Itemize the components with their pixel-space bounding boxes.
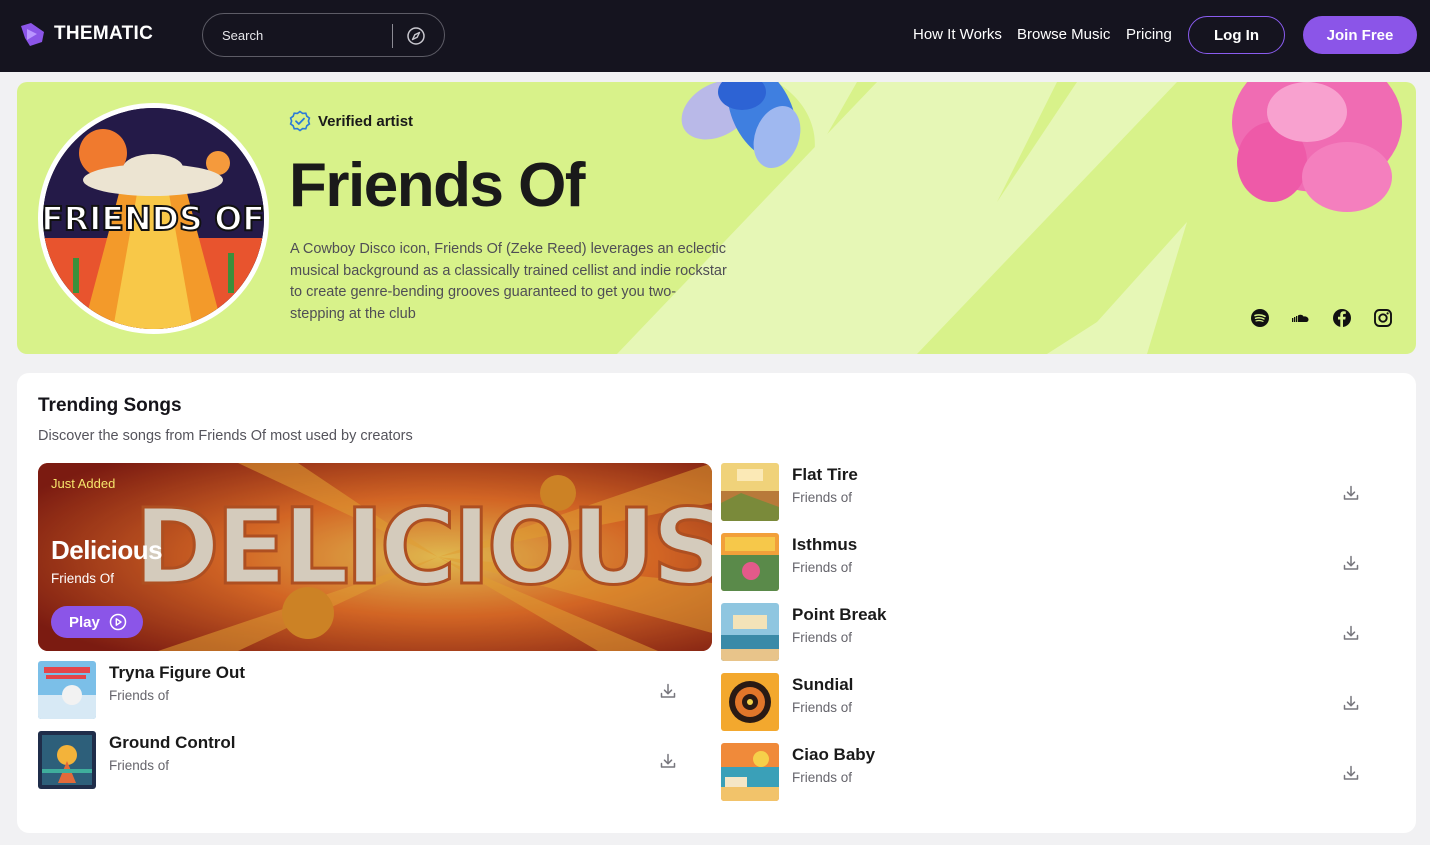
artist-hero: FRIENDS OF Verified artist Friends Of A …	[17, 82, 1416, 354]
song-row-flat-tire[interactable]: Flat Tire Friends of	[721, 463, 1381, 523]
song-artist: Friends of	[792, 770, 853, 785]
download-icon[interactable]	[659, 752, 677, 770]
song-row-point-break[interactable]: Point Break Friends of	[721, 603, 1381, 663]
search-bar	[202, 13, 445, 57]
verified-artist-badge: Verified artist	[289, 110, 413, 132]
download-icon[interactable]	[1342, 624, 1360, 642]
soundcloud-icon[interactable]	[1291, 308, 1311, 328]
trending-songs-section: Trending Songs Discover the songs from F…	[17, 373, 1416, 833]
song-artist: Friends of	[792, 560, 853, 575]
download-icon[interactable]	[1342, 694, 1360, 712]
song-thumbnail	[721, 603, 779, 661]
thematic-logo-icon	[21, 23, 44, 46]
song-thumbnail	[38, 661, 96, 719]
song-row-tryna-figure-out[interactable]: Tryna Figure Out Friends of	[38, 661, 682, 721]
avatar-text: FRIENDS OF	[43, 199, 264, 238]
spotify-icon[interactable]	[1250, 308, 1270, 328]
song-thumbnail	[721, 463, 779, 521]
compass-icon[interactable]	[406, 26, 426, 46]
join-free-button[interactable]: Join Free	[1303, 16, 1417, 54]
song-row-ciao-baby[interactable]: Ciao Baby Friends of	[721, 743, 1381, 803]
download-icon[interactable]	[1342, 764, 1360, 782]
song-title: Tryna Figure Out	[109, 663, 246, 682]
verified-check-icon	[289, 110, 311, 132]
song-artist: Friends of	[109, 758, 170, 773]
song-artist: Friends of	[792, 490, 853, 505]
song-title: Sundial	[792, 675, 854, 694]
artist-avatar-art: FRIENDS OF	[43, 108, 264, 329]
nav-link-how-it-works[interactable]: How It Works	[913, 26, 1002, 43]
search-input[interactable]	[222, 25, 387, 45]
song-title: Ground Control	[109, 733, 236, 752]
facebook-icon[interactable]	[1332, 308, 1352, 328]
section-subtitle: Discover the songs from Friends Of most …	[38, 428, 413, 444]
song-row-ground-control[interactable]: Ground Control Friends of	[38, 731, 682, 791]
featured-song-card[interactable]: DELICIOUS Just Added Delicious Friends O…	[38, 463, 712, 651]
download-icon[interactable]	[659, 682, 677, 700]
song-thumbnail	[721, 743, 779, 801]
logo-text: THEMATIC	[54, 23, 154, 44]
song-title: Ciao Baby	[792, 745, 876, 764]
download-icon[interactable]	[1342, 484, 1360, 502]
song-artist: Friends of	[109, 688, 170, 703]
play-circle-icon	[109, 613, 127, 631]
song-thumbnail	[721, 533, 779, 591]
song-artist: Friends of	[792, 700, 853, 715]
play-label: Play	[69, 613, 100, 631]
song-row-sundial[interactable]: Sundial Friends of	[721, 673, 1381, 733]
nav-link-pricing[interactable]: Pricing	[1126, 26, 1172, 43]
artist-name: Friends Of	[289, 151, 586, 220]
top-navbar: THEMATIC How It Works Browse Music Prici…	[0, 0, 1430, 72]
song-row-isthmus[interactable]: Isthmus Friends of	[721, 533, 1381, 593]
featured-song-title: Delicious	[51, 535, 163, 565]
nav-link-browse-music[interactable]: Browse Music	[1017, 26, 1110, 43]
song-title: Flat Tire	[792, 465, 858, 484]
song-title: Isthmus	[792, 535, 858, 554]
song-artist: Friends of	[792, 630, 853, 645]
download-icon[interactable]	[1342, 554, 1360, 572]
artist-bio: A Cowboy Disco icon, Friends Of (Zeke Re…	[290, 241, 727, 322]
song-thumbnail	[721, 673, 779, 731]
song-thumbnail	[38, 731, 96, 789]
instagram-icon[interactable]	[1373, 308, 1393, 328]
social-links	[1250, 308, 1393, 328]
thematic-logo[interactable]: THEMATIC	[18, 20, 153, 48]
play-button[interactable]: Play	[51, 606, 143, 638]
song-title: Point Break	[792, 605, 887, 624]
section-title: Trending Songs	[38, 395, 182, 416]
featured-song-artist: Friends Of	[51, 571, 115, 586]
just-added-badge: Just Added	[51, 476, 116, 491]
search-divider	[392, 24, 393, 48]
login-button[interactable]: Log In	[1188, 16, 1285, 54]
artist-avatar: FRIENDS OF	[38, 103, 269, 334]
verified-label: Verified artist	[318, 112, 414, 130]
